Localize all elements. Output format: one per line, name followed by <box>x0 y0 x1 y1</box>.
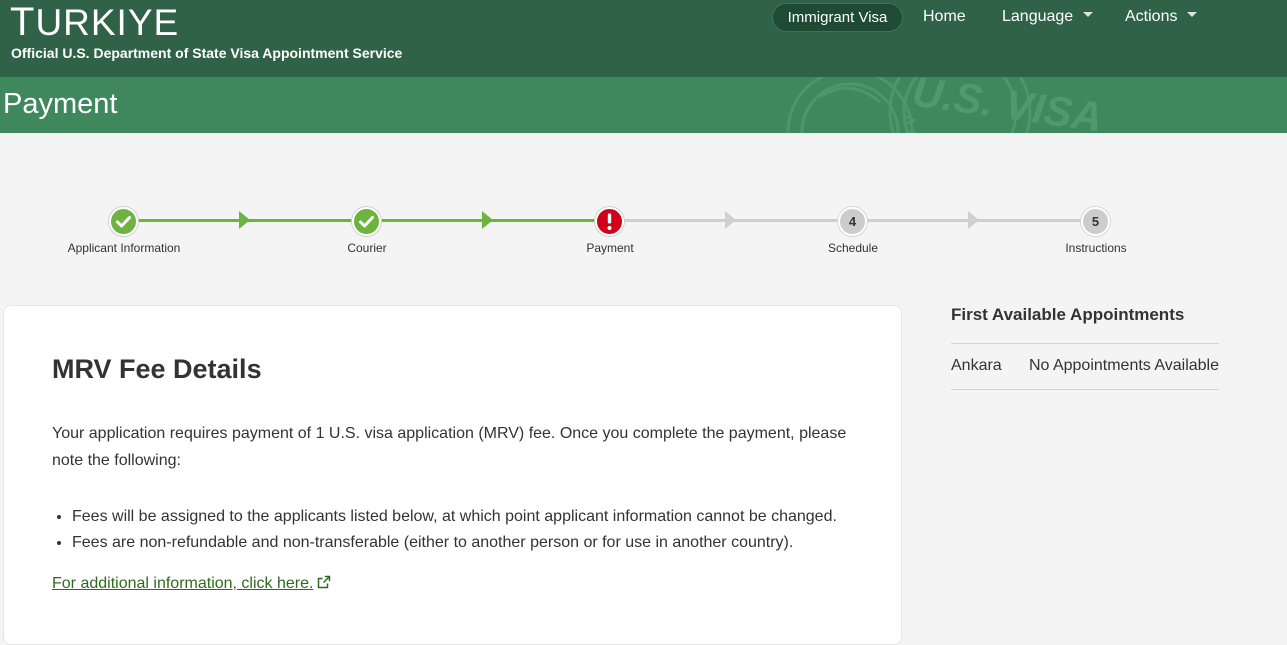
first-available-title: First Available Appointments <box>951 305 1185 324</box>
check-icon <box>116 216 131 228</box>
step-label: Applicant Information <box>67 241 181 255</box>
exclamation-icon <box>607 213 612 230</box>
appointment-city: Ankara <box>951 357 1002 374</box>
country-rest: URKIYE <box>35 2 180 43</box>
fee-notes-list: Fees will be assigned to the applicants … <box>52 504 837 556</box>
step-arrow-icon <box>239 211 250 229</box>
country-initial: T <box>10 0 36 44</box>
step-applicant-information <box>109 207 138 236</box>
external-link-icon <box>318 575 331 589</box>
watermark-text: U.S. VISA <box>909 77 1105 133</box>
language-label: Language <box>1002 8 1074 25</box>
fee-details-card: MRV Fee Details Your application require… <box>3 305 902 645</box>
step-label: Payment <box>586 241 634 255</box>
step-arrow-icon <box>482 211 493 229</box>
additional-info-link[interactable]: For additional information, click here. <box>52 575 331 593</box>
actions-menu[interactable]: Actions <box>1125 3 1198 32</box>
list-item: Fees are non-refundable and non-transfer… <box>72 530 837 556</box>
appointment-status: No Appointments Available <box>1028 357 1219 374</box>
home-link[interactable]: Home <box>923 3 966 32</box>
page-title-band: ant V U.S. VISA Payment <box>0 77 1287 133</box>
svg-text:ant V: ant V <box>902 115 919 133</box>
step-payment <box>595 207 624 236</box>
country-name: TURKIYE <box>10 0 179 46</box>
site-header: TURKIYE Official U.S. Department of Stat… <box>0 0 1287 77</box>
list-item: Fees will be assigned to the applicants … <box>72 504 837 530</box>
actions-label: Actions <box>1125 8 1178 25</box>
page-title: Payment <box>3 88 118 120</box>
fee-details-title: MRV Fee Details <box>52 354 262 384</box>
chevron-down-icon <box>1187 12 1198 18</box>
fee-details-intro: Your application requires payment of 1 U… <box>52 425 847 469</box>
language-menu[interactable]: Language <box>1002 3 1094 32</box>
progress-stepper: 4 5 Applicant Information Courier Paymen… <box>0 190 1287 270</box>
visa-seal-watermark: ant V U.S. VISA <box>786 77 1106 133</box>
visa-type-button[interactable]: Immigrant Visa <box>772 3 903 32</box>
step-courier <box>352 207 381 236</box>
step-instructions: 5 <box>1081 207 1110 236</box>
check-icon <box>359 216 374 228</box>
appointment-row: Ankara No Appointments Available <box>951 343 1219 390</box>
step-label: Instructions <box>1065 241 1127 255</box>
step-arrow-icon <box>725 211 736 229</box>
additional-info-link-text: For additional information, click here. <box>52 575 314 592</box>
step-arrow-icon <box>968 211 979 229</box>
chevron-down-icon <box>1083 12 1094 18</box>
step-label: Schedule <box>827 241 879 255</box>
step-schedule: 4 <box>838 207 867 236</box>
step-label: Courier <box>347 241 387 255</box>
site-subtitle: Official U.S. Department of State Visa A… <box>11 45 403 61</box>
